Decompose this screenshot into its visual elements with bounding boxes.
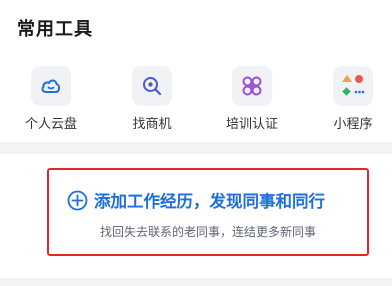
training-flower-icon <box>232 66 272 106</box>
tool-label: 培训认证 <box>225 117 278 132</box>
tool-mini-program[interactable]: 小程序 <box>313 66 392 132</box>
section-title: 常用工具 <box>17 19 93 40</box>
highlight-frame <box>47 168 369 256</box>
add-work-experience-button[interactable]: 添加工作经历，发现同事和同行 <box>67 188 325 212</box>
banner-subtitle: 找回失去联系的老同事，连结更多新同事 <box>99 225 316 239</box>
tool-training[interactable]: 培训认证 <box>212 66 292 132</box>
tool-label: 找商机 <box>132 117 172 132</box>
plus-circle-icon <box>67 190 88 211</box>
common-tools-section: 常用工具 个人云盘 找商机 培训认证 小程序 <box>0 0 392 142</box>
banner-title: 添加工作经历，发现同事和同行 <box>94 192 325 211</box>
search-business-icon <box>132 66 172 106</box>
tool-cloud-drive[interactable]: 个人云盘 <box>11 66 91 132</box>
tool-label: 个人云盘 <box>24 117 77 132</box>
tool-find-business[interactable]: 找商机 <box>112 66 192 132</box>
mini-program-grid-icon <box>333 66 373 106</box>
tool-label: 小程序 <box>333 117 373 132</box>
cloud-drive-icon <box>31 66 71 106</box>
